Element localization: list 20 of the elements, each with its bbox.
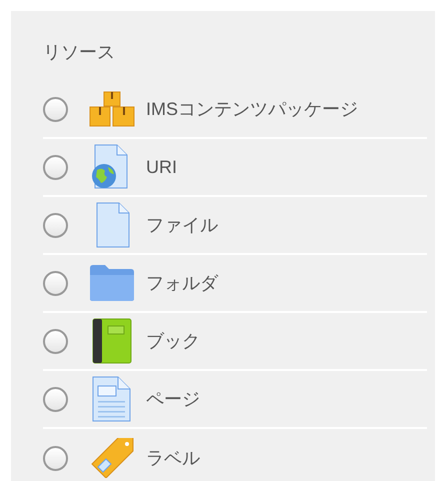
- page-document-icon: [92, 376, 132, 422]
- radio-button[interactable]: [43, 446, 68, 470]
- resource-label: ラベル: [146, 446, 200, 470]
- resource-label: フォルダ: [146, 272, 218, 294]
- resource-label: ファイル: [146, 214, 218, 236]
- radio-button[interactable]: [43, 96, 68, 122]
- book-icon: [92, 318, 132, 364]
- boxes-icon: [89, 90, 135, 128]
- section-title: リソース: [43, 41, 115, 64]
- radio-button[interactable]: [43, 386, 68, 412]
- radio-button[interactable]: [43, 212, 68, 238]
- resource-label: ページ: [146, 388, 200, 410]
- resource-label: IMSコンテンツパッケージ: [146, 98, 358, 120]
- tag-icon: [89, 438, 135, 478]
- folder-icon: [89, 264, 135, 302]
- radio-button[interactable]: [43, 270, 68, 296]
- resource-label: ブック: [146, 330, 200, 352]
- radio-button[interactable]: [43, 328, 68, 354]
- resource-label: URI: [146, 156, 177, 178]
- radio-button[interactable]: [43, 154, 68, 180]
